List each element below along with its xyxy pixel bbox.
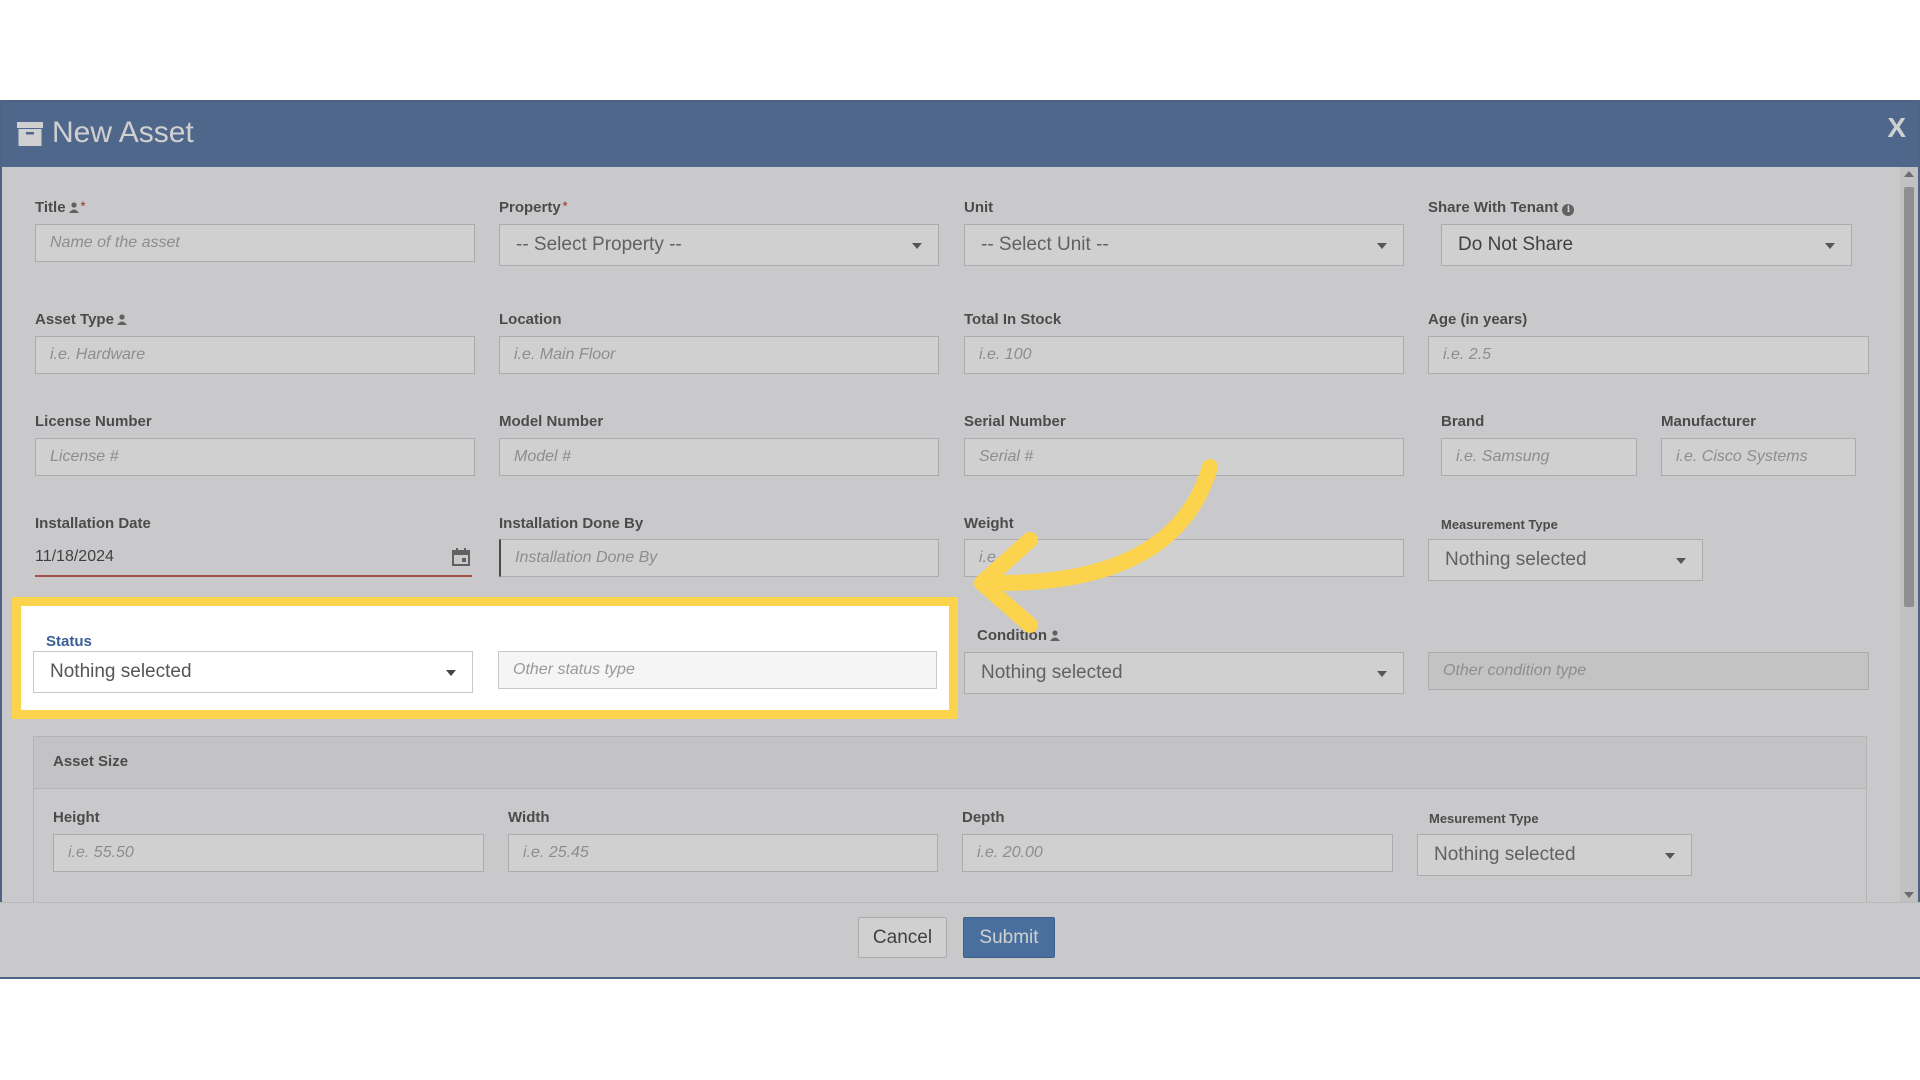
modal-header: New Asset X [2,102,1918,167]
title-label: Title * [35,199,86,216]
property-label: Property * [499,199,568,216]
install-by-input[interactable]: Installation Done By [499,539,939,577]
model-label: Model Number [499,413,604,430]
scrollbar-thumb[interactable] [1904,187,1914,607]
license-input[interactable]: License # [35,438,475,476]
asset-type-label: Asset Type [35,311,127,328]
calendar-icon[interactable] [452,548,470,566]
required-mark: * [80,199,86,213]
submit-button[interactable]: Submit [963,917,1055,958]
other-status-input[interactable]: Other status type [498,651,937,689]
install-by-label: Installation Done By [499,515,644,532]
brand-label: Brand [1441,413,1485,430]
width-label: Width [508,809,550,826]
status-label: Status [46,633,92,650]
status-select[interactable]: Nothing selected [33,651,473,693]
install-date-label: Installation Date [35,515,151,532]
status-select-value: Nothing selected [50,661,192,682]
size-measure-select[interactable]: Nothing selected [1417,834,1692,876]
serial-label: Serial Number [964,413,1066,430]
size-measure-value: Nothing selected [1434,844,1576,865]
chevron-down-icon [1676,558,1686,564]
manufacturer-input[interactable]: i.e. Cisco Systems [1661,438,1856,476]
chevron-down-icon [1825,243,1835,249]
weight-measure-value: Nothing selected [1445,549,1587,570]
install-date-input[interactable]: 11/18/2024 [35,539,472,577]
unit-select-value: -- Select Unit -- [981,234,1109,255]
weight-measure-select[interactable]: Nothing selected [1428,539,1703,581]
share-label: Share With Tenant i [1428,199,1575,216]
condition-select[interactable]: Nothing selected [964,652,1404,694]
chevron-down-icon [912,243,922,249]
modal-footer: Cancel Submit [0,902,1920,977]
license-label: License Number [35,413,152,430]
depth-input[interactable]: i.e. 20.00 [962,834,1393,872]
info-icon: i [1562,204,1575,216]
depth-label: Depth [962,809,1005,826]
status-highlight: Status Nothing selected Other status typ… [12,597,958,719]
cancel-button[interactable]: Cancel [858,917,947,958]
weight-measure-label: Measurement Type [1441,517,1558,532]
install-date-value: 11/18/2024 [35,548,114,565]
age-input[interactable]: i.e. 2.5 [1428,336,1869,374]
brand-input[interactable]: i.e. Samsung [1441,438,1637,476]
total-stock-input[interactable]: i.e. 100 [964,336,1404,374]
asset-size-header: Asset Size [34,737,1866,789]
chevron-down-icon [1377,671,1387,677]
asset-size-panel: Asset Size Height i.e. 55.50 Width i.e. … [33,736,1867,906]
share-select-value: Do Not Share [1458,234,1574,255]
person-icon [116,314,127,325]
unit-select[interactable]: -- Select Unit -- [964,224,1404,266]
total-stock-label: Total In Stock [964,311,1062,328]
location-label: Location [499,311,562,328]
age-label: Age (in years) [1428,311,1528,328]
archive-box-icon [17,122,43,146]
person-icon [68,202,79,213]
close-button[interactable]: X [1887,112,1906,144]
property-select[interactable]: -- Select Property -- [499,224,939,266]
height-label: Height [53,809,100,826]
condition-select-value: Nothing selected [981,662,1123,683]
screen: New Asset X Title * Name of the asset Pro… [0,0,1920,1080]
chevron-down-icon [1377,243,1387,249]
chevron-down-icon [446,670,456,676]
modal-title: New Asset [52,116,194,149]
unit-label: Unit [964,199,994,216]
height-input[interactable]: i.e. 55.50 [53,834,484,872]
pointer-arrow-icon [974,459,1218,633]
model-input[interactable]: Model # [499,438,939,476]
chevron-down-icon [1665,853,1675,859]
required-mark: * [562,199,568,213]
scroll-down-icon[interactable] [1904,892,1914,898]
title-input[interactable]: Name of the asset [35,224,475,262]
property-select-value: -- Select Property -- [516,234,682,255]
width-input[interactable]: i.e. 25.45 [508,834,938,872]
scrollbar[interactable] [1900,167,1918,904]
location-input[interactable]: i.e. Main Floor [499,336,939,374]
scroll-up-icon[interactable] [1904,171,1914,177]
size-measure-label: Mesurement Type [1429,811,1539,826]
asset-size-heading: Asset Size [53,753,129,770]
share-select[interactable]: Do Not Share [1441,224,1852,266]
manufacturer-label: Manufacturer [1661,413,1757,430]
other-condition-input[interactable]: Other condition type [1428,652,1869,690]
asset-type-input[interactable]: i.e. Hardware [35,336,475,374]
